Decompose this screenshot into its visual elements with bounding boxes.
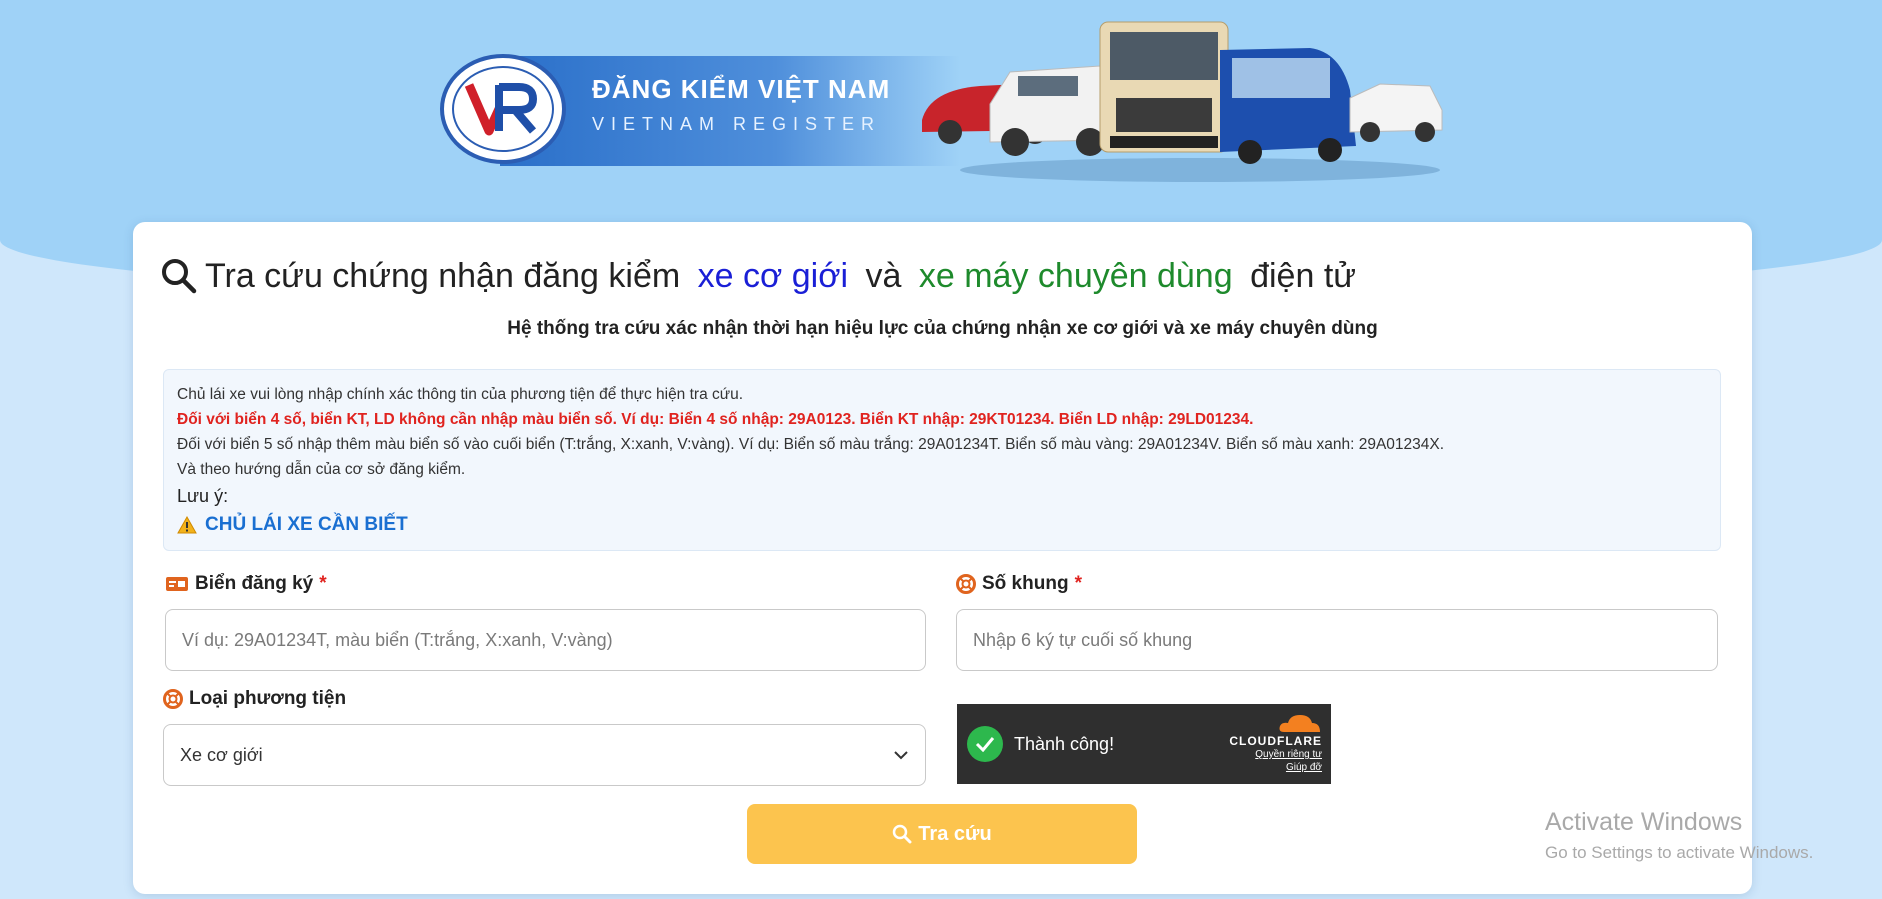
page-subtitle: Hệ thống tra cứu xác nhận thời hạn hiệu … xyxy=(507,318,1378,339)
lookup-card: Tra cứu chứng nhận đăng kiểm xe cơ giới … xyxy=(133,222,1752,894)
page-title: Tra cứu chứng nhận đăng kiểm xe cơ giới … xyxy=(161,256,1356,296)
cloudflare-turnstile[interactable]: Thành công! CLOUDFLARE Quyền riêng tư Gi… xyxy=(957,704,1331,784)
instruction-line: Và theo hướng dẫn của cơ sở đăng kiểm. xyxy=(177,461,466,478)
watermark-title: Activate Windows xyxy=(1545,808,1743,836)
required-marker: * xyxy=(319,573,327,594)
title-part-3: và xyxy=(856,256,911,295)
search-icon xyxy=(893,824,912,844)
title-part-1: Tra cứu chứng nhận đăng kiểm xyxy=(205,256,690,295)
frame-number-label: Số khung * xyxy=(956,573,1082,595)
search-button-label: Tra cứu xyxy=(918,822,992,845)
banner-strip xyxy=(500,56,960,166)
instructions-box: Chủ lái xe vui lòng nhập chính xác thông… xyxy=(163,369,1721,551)
required-marker: * xyxy=(1074,573,1082,594)
warning-icon xyxy=(177,515,197,533)
header-banner: ĐĂNG KIỂM VIỆT NAM VIETNAM REGISTER xyxy=(440,10,1450,190)
note-label: Lưu ý: xyxy=(177,486,229,506)
id-card-icon xyxy=(166,577,188,591)
cloudflare-branding: CLOUDFLARE Quyền riêng tư Giúp đỡ xyxy=(1229,712,1322,774)
cloudflare-logo-text: CLOUDFLARE xyxy=(1229,734,1322,748)
captcha-status: Thành công! xyxy=(1014,733,1115,754)
lifebuoy-icon xyxy=(163,689,183,709)
vehicle-type-selected: Xe cơ giới xyxy=(180,744,263,765)
title-special-vehicle: xe máy chuyên dùng xyxy=(918,256,1233,295)
driver-must-know-link[interactable]: CHỦ LÁI XE CẦN BIẾT xyxy=(177,512,1707,537)
driver-must-know-label[interactable]: CHỦ LÁI XE CẦN BIẾT xyxy=(205,512,408,537)
watermark-subtitle: Go to Settings to activate Windows. xyxy=(1545,843,1814,862)
instruction-line-warning: Đối với biển 4 số, biển KT, LD không cần… xyxy=(177,411,1254,428)
instruction-line: Đối với biển 5 số nhập thêm màu biển số … xyxy=(177,436,1445,453)
plate-input[interactable] xyxy=(165,609,926,671)
vehicle-type-select[interactable]: Xe cơ giới xyxy=(163,724,926,786)
help-link[interactable]: Giúp đỡ xyxy=(1229,761,1322,774)
title-part-5: điện tử xyxy=(1240,256,1357,295)
chevron-down-icon xyxy=(894,751,908,760)
plate-label: Biển đăng ký * xyxy=(165,573,327,595)
vehicle-type-label: Loại phương tiện xyxy=(163,688,346,710)
check-icon xyxy=(967,726,1003,762)
title-motor-vehicle: xe cơ giới xyxy=(697,256,849,295)
search-button[interactable]: Tra cứu xyxy=(747,804,1137,864)
banner-subtitle: VIETNAM REGISTER xyxy=(592,114,882,134)
instruction-line: Chủ lái xe vui lòng nhập chính xác thông… xyxy=(177,386,744,403)
privacy-link[interactable]: Quyền riêng tư xyxy=(1229,748,1322,761)
vehicles-illustration xyxy=(922,21,1443,182)
lifebuoy-icon xyxy=(956,574,976,594)
banner-title: ĐĂNG KIỂM VIỆT NAM xyxy=(592,74,891,104)
cloudflare-cloud-icon xyxy=(1279,715,1320,732)
frame-number-input[interactable] xyxy=(956,609,1718,671)
search-icon xyxy=(162,259,197,294)
vr-seal-logo xyxy=(440,54,566,164)
windows-activation-watermark: Activate Windows Go to Settings to activ… xyxy=(1545,808,1813,863)
